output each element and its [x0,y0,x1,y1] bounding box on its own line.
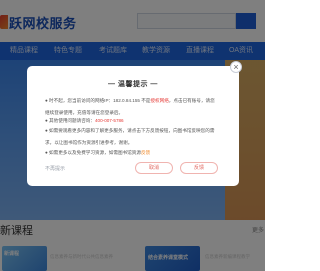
notice-line-phone: ● 其他使用问题请咨询：400-007-5786 [45,118,124,123]
dont-show-again-link[interactable]: 不再提示 [45,165,65,172]
notice-line-library: 求，以让图书馆作为资源引进参考，谢谢。 [45,140,133,145]
notice-line-login: 继续登录使用，充值等请在您登录后。 [45,110,124,115]
close-icon[interactable]: × [230,61,242,73]
notice-line-feedback: ● 如需更多以及免费学习资源，如需图书馆资源反馈 [45,150,151,155]
notice-line-ip: ● 时不起，您当前访问的网络IP：182.0.84.155 不是授权网络，点击已… [45,98,215,103]
cancel-button[interactable]: 取消 [135,162,173,174]
feedback-button[interactable]: 反馈 [180,162,218,174]
dialog-title: — 温馨提示 — [108,81,158,88]
notice-line-request: ● 如需要观看更多内容和了解更多服务，请点击下方反馈按钮，向图书馆反映您的需 [45,128,215,133]
